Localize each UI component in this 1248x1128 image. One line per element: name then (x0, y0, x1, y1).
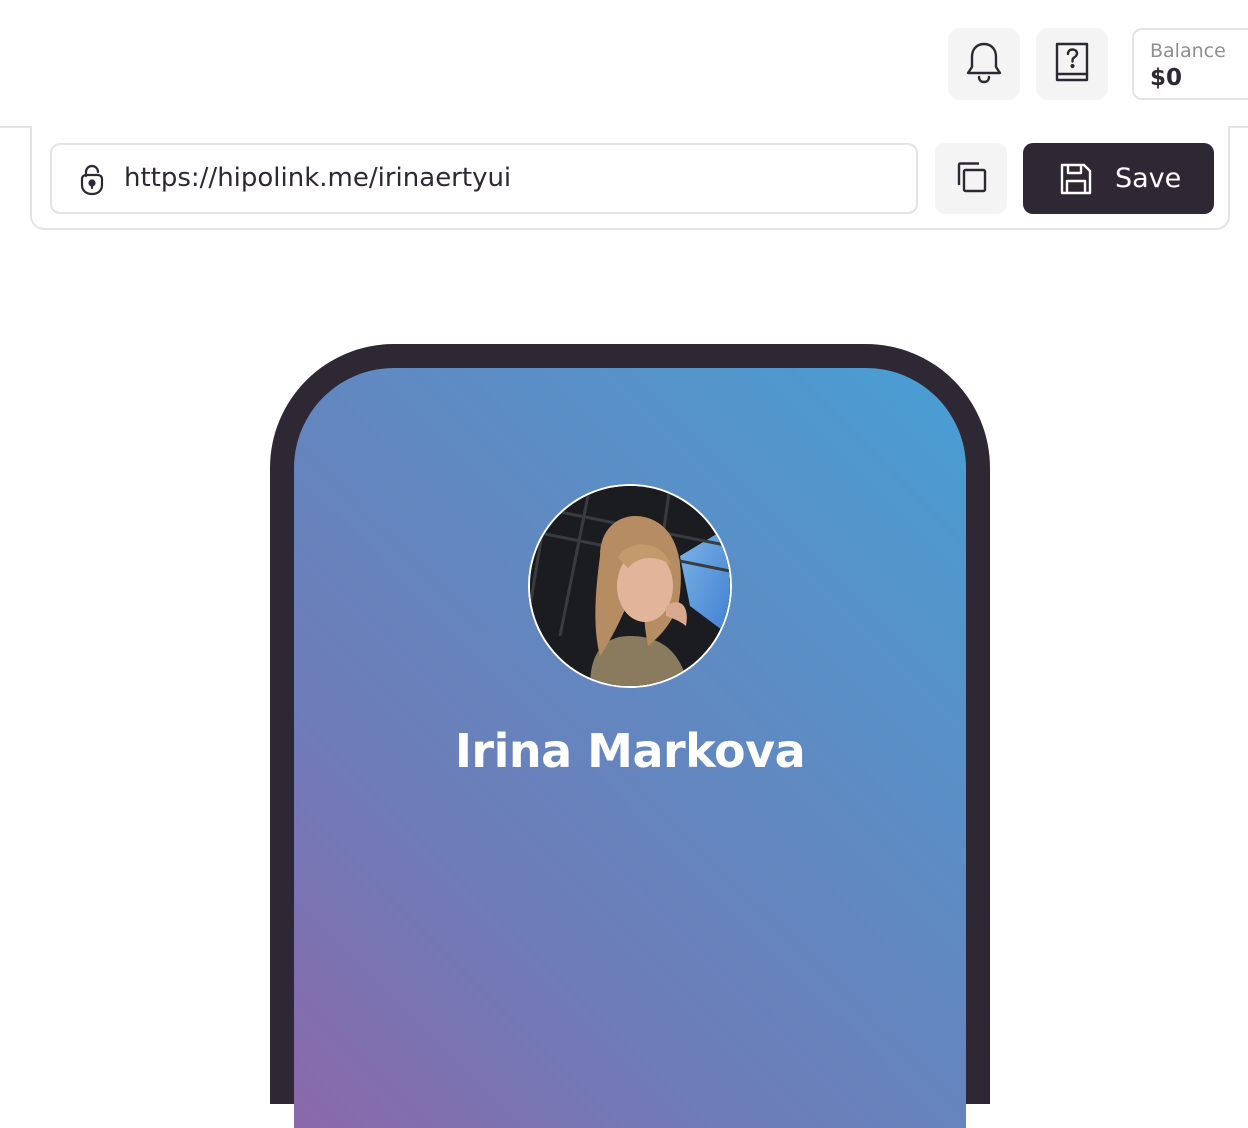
save-button-label: Save (1115, 163, 1182, 194)
copy-icon (953, 159, 989, 199)
notifications-button[interactable] (948, 28, 1020, 100)
phone-preview-screen: Irina Markova (294, 368, 966, 1128)
balance-label: Balance (1150, 40, 1226, 62)
balance-value: $0 (1150, 65, 1183, 91)
top-header: Balance $0 (0, 0, 1248, 128)
save-button[interactable]: Save (1023, 143, 1214, 214)
help-book-icon (1053, 40, 1091, 88)
profile-name: Irina Markova (454, 724, 806, 778)
copy-link-button[interactable] (935, 143, 1007, 214)
lock-icon (78, 163, 106, 201)
bell-icon (963, 40, 1005, 88)
phone-preview-frame: Irina Markova (270, 344, 990, 1128)
balance-widget[interactable]: Balance $0 (1132, 28, 1248, 100)
profile-url-text: https://hipolink.me/irinaertyui (124, 163, 512, 193)
avatar[interactable] (528, 484, 732, 688)
help-button[interactable] (1036, 28, 1108, 100)
link-bar: https://hipolink.me/irinaertyui Save (30, 126, 1230, 230)
floppy-disk-icon (1059, 162, 1093, 196)
profile-url-field[interactable]: https://hipolink.me/irinaertyui (50, 143, 918, 214)
avatar-photo (530, 486, 730, 686)
